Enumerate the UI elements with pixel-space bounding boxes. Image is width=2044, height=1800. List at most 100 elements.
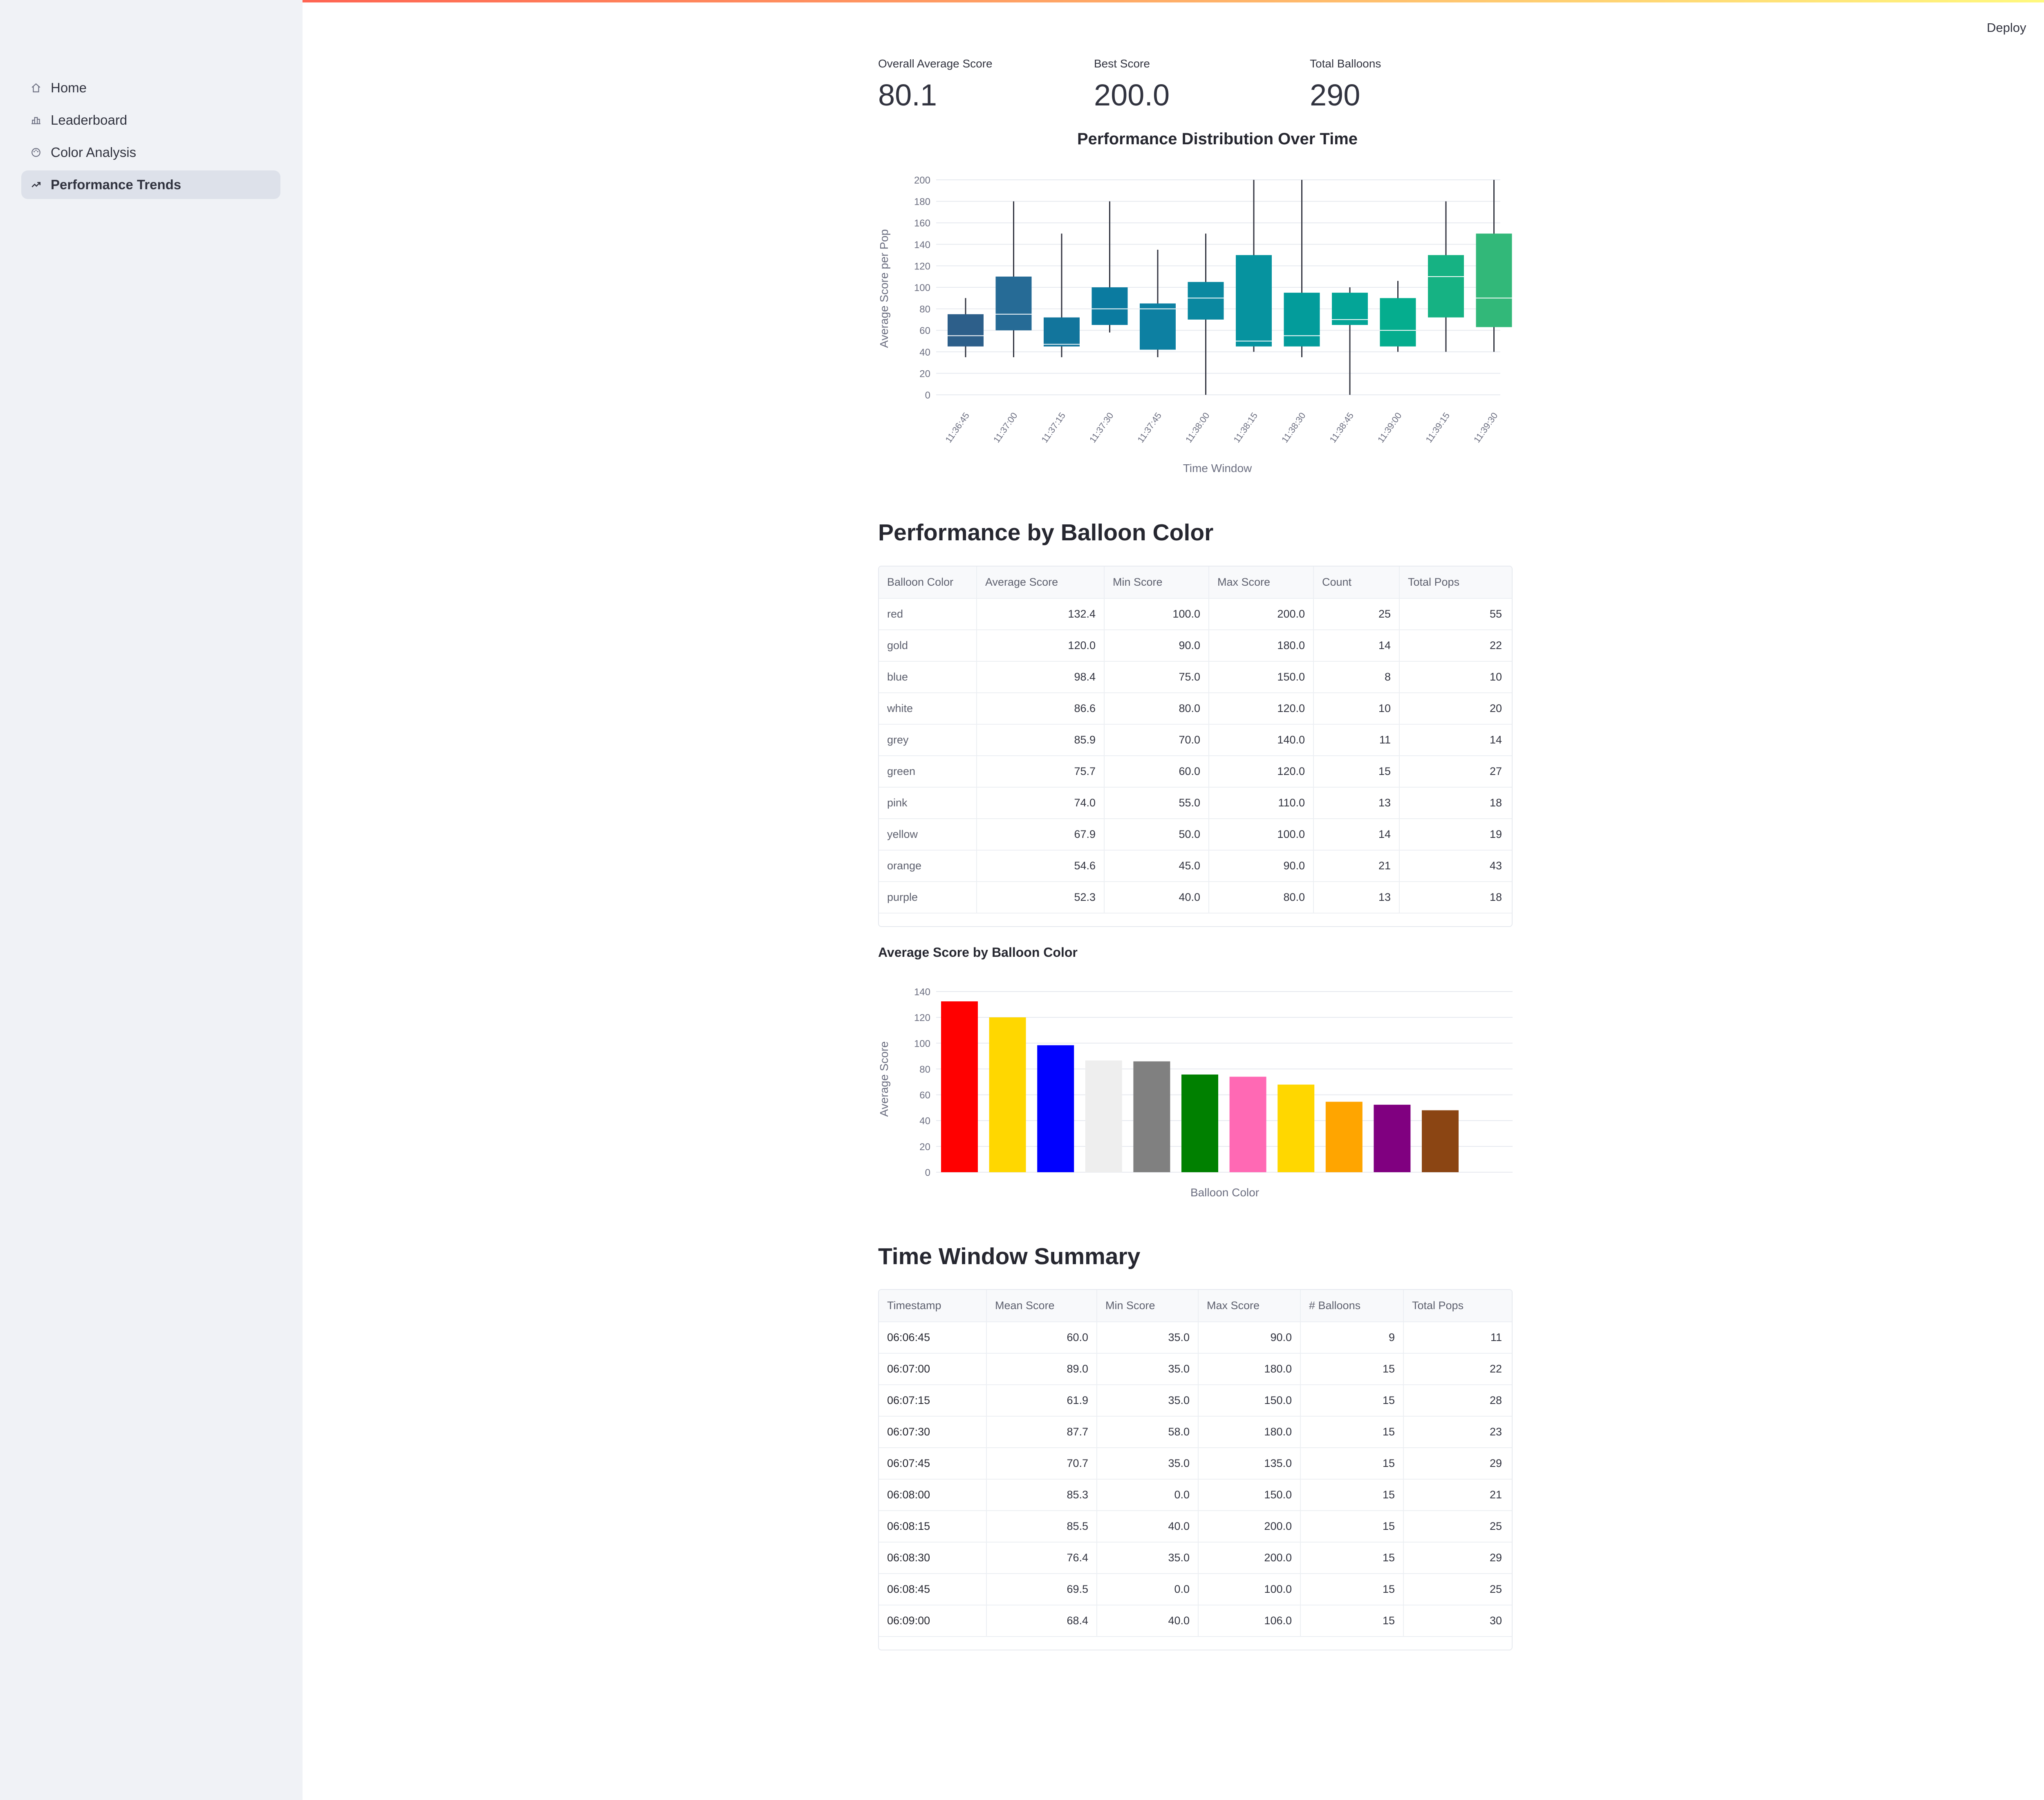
table-cell[interactable]: 70.7 <box>987 1448 1097 1479</box>
table-cell[interactable]: 13 <box>1314 882 1400 913</box>
table-row[interactable]: 06:08:00 85.3 0.0 150.0 15 21 <box>879 1480 1512 1511</box>
table-cell[interactable]: 74.0 <box>977 788 1105 818</box>
table-cell[interactable]: 15 <box>1301 1417 1404 1447</box>
table-cell[interactable]: 23 <box>1404 1417 1510 1447</box>
table-cell[interactable]: 15 <box>1301 1574 1404 1605</box>
column-header[interactable]: # Balloons <box>1301 1290 1404 1321</box>
table-cell[interactable]: 35.0 <box>1097 1354 1199 1384</box>
table-cell[interactable]: 69.5 <box>987 1574 1097 1605</box>
table-cell[interactable]: 15 <box>1301 1543 1404 1573</box>
box[interactable] <box>1091 287 1128 325</box>
table-cell[interactable]: 40.0 <box>1105 882 1209 913</box>
table-cell[interactable]: 40.0 <box>1097 1511 1199 1542</box>
table-cell[interactable]: 85.5 <box>987 1511 1097 1542</box>
box[interactable] <box>1476 233 1512 327</box>
table-cell[interactable]: 14 <box>1314 630 1400 661</box>
table-cell[interactable]: 06:08:00 <box>879 1480 987 1510</box>
table-cell[interactable]: 75.7 <box>977 756 1105 787</box>
table-cell[interactable]: 35.0 <box>1097 1385 1199 1416</box>
table-row[interactable]: 06:06:45 60.0 35.0 90.0 9 11 <box>879 1322 1512 1354</box>
table-row[interactable]: pink 74.0 55.0 110.0 13 18 <box>879 788 1512 819</box>
table-cell[interactable]: 90.0 <box>1209 851 1314 881</box>
table-cell[interactable]: 70.0 <box>1105 725 1209 755</box>
table-cell[interactable]: 85.9 <box>977 725 1105 755</box>
table-row[interactable]: 06:09:00 68.4 40.0 106.0 15 30 <box>879 1605 1512 1637</box>
table-cell[interactable]: 67.9 <box>977 819 1105 850</box>
table-cell[interactable]: 180.0 <box>1199 1354 1301 1384</box>
table-cell[interactable]: pink <box>879 788 977 818</box>
table-cell[interactable]: 28 <box>1404 1385 1510 1416</box>
column-header[interactable]: Max Score <box>1199 1290 1301 1321</box>
table-cell[interactable]: 11 <box>1314 725 1400 755</box>
column-header[interactable]: Count <box>1314 566 1400 598</box>
column-header[interactable]: Max Score <box>1209 566 1314 598</box>
table-cell[interactable]: 29 <box>1404 1543 1510 1573</box>
table-cell[interactable]: 06:08:30 <box>879 1543 987 1573</box>
table-cell[interactable]: 15 <box>1301 1605 1404 1636</box>
sidebar-item-leaderboard[interactable]: Leaderboard <box>21 106 280 134</box>
box[interactable] <box>1332 293 1368 325</box>
bar-blue[interactable] <box>1037 1045 1074 1172</box>
table-cell[interactable]: 30 <box>1404 1605 1510 1636</box>
table-cell[interactable]: 15 <box>1314 756 1400 787</box>
table-cell[interactable]: 60.0 <box>987 1322 1097 1353</box>
table-row[interactable]: 06:07:45 70.7 35.0 135.0 15 29 <box>879 1448 1512 1480</box>
table-cell[interactable]: 18 <box>1400 882 1510 913</box>
column-header[interactable]: Total Pops <box>1404 1290 1510 1321</box>
box[interactable] <box>1428 255 1464 318</box>
table-cell[interactable]: 200.0 <box>1209 599 1314 629</box>
table-cell[interactable]: 132.4 <box>977 599 1105 629</box>
table-cell[interactable]: 55.0 <box>1105 788 1209 818</box>
table-cell[interactable]: 100.0 <box>1209 819 1314 850</box>
table-cell[interactable]: 06:06:45 <box>879 1322 987 1353</box>
table-row[interactable]: 06:08:15 85.5 40.0 200.0 15 25 <box>879 1511 1512 1543</box>
table-row[interactable]: purple 52.3 40.0 80.0 13 18 <box>879 882 1512 913</box>
table-cell[interactable]: 180.0 <box>1209 630 1314 661</box>
sidebar-item-color-analysis[interactable]: Color Analysis <box>21 138 280 167</box>
table-cell[interactable]: 25 <box>1404 1511 1510 1542</box>
table-cell[interactable]: gold <box>879 630 977 661</box>
table-cell[interactable]: 06:07:45 <box>879 1448 987 1479</box>
table-cell[interactable]: 20 <box>1400 693 1510 724</box>
table-cell[interactable]: 120.0 <box>1209 693 1314 724</box>
box[interactable] <box>1044 317 1080 347</box>
table-cell[interactable]: purple <box>879 882 977 913</box>
table-cell[interactable]: blue <box>879 662 977 692</box>
column-header[interactable]: Min Score <box>1097 1290 1199 1321</box>
table-cell[interactable]: 120.0 <box>1209 756 1314 787</box>
table-cell[interactable]: 18 <box>1400 788 1510 818</box>
table-cell[interactable]: 15 <box>1301 1511 1404 1542</box>
table-cell[interactable]: 76.4 <box>987 1543 1097 1573</box>
table-cell[interactable]: 110.0 <box>1209 788 1314 818</box>
sidebar-item-performance-trends[interactable]: Performance Trends <box>21 170 280 199</box>
table-cell[interactable]: 11 <box>1404 1322 1510 1353</box>
box[interactable] <box>1140 303 1176 350</box>
table-cell[interactable]: 29 <box>1404 1448 1510 1479</box>
table-cell[interactable]: 87.7 <box>987 1417 1097 1447</box>
column-header[interactable]: Average Score <box>977 566 1105 598</box>
table-cell[interactable]: 40.0 <box>1097 1605 1199 1636</box>
column-header[interactable]: Mean Score <box>987 1290 1097 1321</box>
table-cell[interactable]: 25 <box>1404 1574 1510 1605</box>
table-row[interactable]: 06:07:15 61.9 35.0 150.0 15 28 <box>879 1385 1512 1417</box>
table-cell[interactable]: yellow <box>879 819 977 850</box>
table-cell[interactable]: 35.0 <box>1097 1448 1199 1479</box>
table-cell[interactable]: 98.4 <box>977 662 1105 692</box>
table-cell[interactable]: 80.0 <box>1105 693 1209 724</box>
table-row[interactable]: yellow 67.9 50.0 100.0 14 19 <box>879 819 1512 851</box>
table-cell[interactable]: grey <box>879 725 977 755</box>
table-cell[interactable]: 60.0 <box>1105 756 1209 787</box>
table-cell[interactable]: 100.0 <box>1199 1574 1301 1605</box>
table-cell[interactable]: red <box>879 599 977 629</box>
sidebar-item-home[interactable]: Home <box>21 74 280 102</box>
table-cell[interactable]: 150.0 <box>1199 1385 1301 1416</box>
table-cell[interactable]: 06:07:15 <box>879 1385 987 1416</box>
table-cell[interactable]: 21 <box>1314 851 1400 881</box>
bar-gold[interactable] <box>989 1017 1026 1172</box>
box[interactable] <box>948 314 984 347</box>
table-row[interactable]: 06:08:30 76.4 35.0 200.0 15 29 <box>879 1543 1512 1574</box>
bar-green[interactable] <box>1181 1075 1218 1172</box>
table-cell[interactable]: 52.3 <box>977 882 1105 913</box>
table-cell[interactable]: 58.0 <box>1097 1417 1199 1447</box>
table-cell[interactable]: 06:09:00 <box>879 1605 987 1636</box>
